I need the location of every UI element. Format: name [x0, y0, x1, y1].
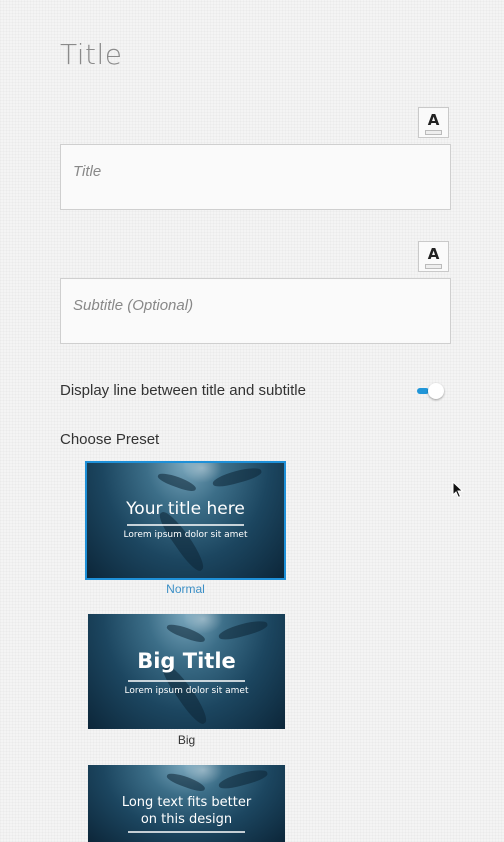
choose-preset-label: Choose Preset	[60, 431, 160, 448]
title-format-button[interactable]: A	[418, 107, 449, 138]
preset-big-caption: Big	[177, 733, 196, 747]
shark-decoration	[217, 617, 269, 643]
subtitle-format-button[interactable]: A	[418, 241, 449, 272]
page-title: Title	[60, 38, 123, 71]
preset-title-text: Your title here	[126, 499, 245, 519]
preset-normal-caption: Normal	[166, 582, 205, 596]
preset-subtitle-text: Lorem ipsum dolor sit amet	[123, 530, 248, 540]
preset-title-line2: on this design	[140, 812, 233, 827]
title-input[interactable]	[61, 145, 450, 185]
preset-divider	[128, 831, 245, 833]
preset-title-line1: Long text fits better	[121, 795, 252, 810]
toggle-knob	[428, 383, 444, 399]
color-bar-icon	[425, 264, 442, 269]
preset-divider	[127, 524, 244, 526]
shark-decoration	[217, 766, 269, 792]
text-format-icon: A	[427, 245, 440, 263]
subtitle-field-container	[60, 278, 451, 344]
title-field-container	[60, 144, 451, 210]
text-format-icon: A	[427, 111, 440, 129]
display-line-toggle[interactable]	[417, 382, 445, 400]
preset-long-text[interactable]: Long text fits better on this design	[88, 765, 285, 842]
display-line-label: Display line between title and subtitle	[60, 382, 306, 399]
preset-big[interactable]: Big Title Lorem ipsum dolor sit amet	[88, 614, 285, 729]
preset-normal[interactable]: Your title here Lorem ipsum dolor sit am…	[85, 461, 286, 580]
mouse-cursor-icon	[452, 481, 464, 499]
subtitle-input[interactable]	[61, 279, 450, 319]
color-bar-icon	[425, 130, 442, 135]
preset-title-text: Big Title	[137, 649, 236, 673]
preset-divider	[128, 680, 245, 682]
preset-subtitle-text: Lorem ipsum dolor sit amet	[124, 686, 249, 696]
